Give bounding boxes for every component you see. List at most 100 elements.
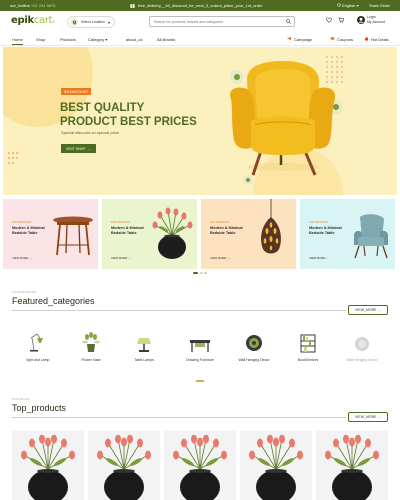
promo-card-title: Modern & Minimal Bedside Table <box>111 226 144 235</box>
nav-item-brands[interactable]: All Brands <box>157 37 175 42</box>
nav-item-category[interactable]: Category ▾ <box>88 37 107 42</box>
category-label: Flower Vase <box>81 358 101 362</box>
language-label: English <box>342 3 356 8</box>
cart-icon[interactable] <box>338 17 344 25</box>
promo-card[interactable]: 15% DISCOUNT Modern & Minimal Bedside Ta… <box>3 199 98 269</box>
logo-main: epik <box>11 15 34 26</box>
view-more-button[interactable]: VIEW_MORE → <box>348 305 388 315</box>
product-card[interactable] <box>12 431 84 500</box>
view-more-label: VIEW MORE <box>210 256 227 260</box>
product-card[interactable] <box>316 431 388 500</box>
category-scroll-indicator <box>196 380 204 382</box>
promo-card[interactable]: 15% DISCOUNT Modern & Minimal Bedside Ta… <box>300 199 395 269</box>
category-item[interactable]: Wall Hanging Decor <box>226 330 282 362</box>
hero-discount-tag: 5% DISCOUNT <box>61 88 92 95</box>
main-nav: Home Shop Products Category ▾ about_us A… <box>0 34 400 46</box>
category-label: Wall Hanging Decor <box>346 358 378 362</box>
promo-banner: free_delivery__40_discount_for_next_3_or… <box>130 3 263 9</box>
promo-card-tag: 15% DISCOUNT <box>12 221 32 224</box>
hotline-number[interactable]: +01 234 5678 <box>31 3 56 8</box>
wall-decor-icon <box>334 330 390 354</box>
category-item[interactable]: BookShelves <box>280 330 336 362</box>
top-bar: our_hotline +01 234 5678 free_delivery__… <box>0 0 400 11</box>
search-icon[interactable] <box>286 19 291 25</box>
promo-card[interactable]: 15% DISCOUNT Modern & Minimal Bedside Ta… <box>102 199 197 269</box>
hero-heading: BEST QUALITY PRODUCT BEST PRICES <box>60 101 197 129</box>
product-card[interactable] <box>88 431 160 500</box>
promo-card-title: Modern & Minimal Bedside Table <box>210 226 243 235</box>
fire-icon <box>364 36 369 42</box>
heart-icon[interactable] <box>326 17 332 25</box>
arrow-right-icon: → <box>377 415 381 419</box>
chevron-down-icon: ▾ <box>356 3 359 8</box>
search-input[interactable]: Search for products, brands and categori… <box>149 16 295 27</box>
hotline: our_hotline +01 234 5678 <box>10 3 56 8</box>
coupons-label: Coupons <box>337 36 354 42</box>
category-item[interactable]: Table Lamps <box>116 330 172 362</box>
section-title: Featured_categories <box>12 296 95 306</box>
side-table-image <box>53 216 93 256</box>
promo-card-view-more[interactable]: VIEW MORE → <box>210 256 230 260</box>
hot-deals-label: Hot Deals <box>371 36 389 42</box>
nav-item-category-label: Category <box>88 37 105 42</box>
promo-card-title: Modern & Minimal Bedside Table <box>12 226 45 235</box>
view-more-button[interactable]: VIEW_MORE → <box>348 412 388 422</box>
arrow-right-icon: → <box>326 256 329 260</box>
carousel-dot[interactable] <box>204 272 207 274</box>
hot-deals-link[interactable]: Hot Deals <box>364 36 389 42</box>
nav-item-about[interactable]: about_us <box>126 37 142 42</box>
arrow-right-icon: → <box>87 146 92 151</box>
view-more-label: VIEW MORE <box>111 256 128 260</box>
promo-card-view-more[interactable]: VIEW MORE → <box>111 256 131 260</box>
logo-accent: cart <box>33 15 53 26</box>
chevron-down-icon: ▾ <box>105 37 108 42</box>
language-select[interactable]: English ▾ <box>336 3 359 8</box>
hero-heading-line1: BEST QUALITY <box>60 102 145 114</box>
megaphone-icon <box>287 36 292 42</box>
lounge-chair-image <box>354 214 388 259</box>
promo-card-view-more[interactable]: VIEW MORE → <box>309 256 329 260</box>
carousel-dot[interactable] <box>199 272 203 274</box>
location-label: Select Location <box>81 20 105 24</box>
dot-grid-decoration <box>8 152 18 164</box>
promo-card[interactable]: 15% DISCOUNT Modern & Minimal Bedside Ta… <box>201 199 296 269</box>
category-label: Wall Hanging Decor <box>238 358 270 362</box>
wall-decor-icon <box>226 330 282 354</box>
nav-item-shop[interactable]: Shop <box>36 37 45 42</box>
location-selector[interactable]: Select Location ▾ <box>67 16 115 28</box>
category-label: Table Lamps <box>134 358 154 362</box>
section-eyebrow: POPULAR <box>12 397 30 401</box>
section-divider <box>12 310 346 311</box>
product-card[interactable] <box>164 431 236 500</box>
coupon-icon <box>330 36 335 42</box>
track-order-link[interactable]: Track Order <box>369 3 390 8</box>
section-title: Top_products <box>12 403 67 413</box>
logo[interactable]: epikcart› <box>11 15 55 26</box>
category-item[interactable]: Flower Vase <box>63 330 119 362</box>
nav-item-home[interactable]: Home <box>12 37 23 45</box>
category-label: BookShelves <box>297 358 319 362</box>
hotline-label: our_hotline <box>10 3 30 8</box>
armchair-image <box>230 61 335 176</box>
visit-shop-button[interactable]: VISIT SHOP → <box>61 144 97 153</box>
category-item[interactable]: Drawing Furniture <box>172 330 228 362</box>
campaign-label: Campaign <box>294 36 313 42</box>
promo-card-view-more[interactable]: VIEW MORE → <box>12 256 32 260</box>
campaign-link[interactable]: Campaign <box>287 36 312 42</box>
promo-card-tag: 15% DISCOUNT <box>210 221 230 224</box>
section-eyebrow: CATEGORIES <box>12 290 37 294</box>
section-divider <box>12 417 346 418</box>
product-card[interactable] <box>240 431 312 500</box>
nav-item-products[interactable]: Products <box>60 37 76 42</box>
carousel-dot[interactable] <box>193 272 198 274</box>
account-menu[interactable]: Login My Account <box>357 15 385 24</box>
chevron-down-icon: ▾ <box>107 19 110 25</box>
hero-subtitle: Special discount on special price <box>61 130 120 135</box>
pendant-lamp-image <box>261 199 281 254</box>
user-icon <box>357 15 365 24</box>
category-item[interactable]: Wall Hanging Decor <box>334 330 390 362</box>
coupons-link[interactable]: Coupons <box>330 36 353 42</box>
category-item[interactable]: light and Lamp <box>10 330 66 362</box>
arrow-right-icon: → <box>377 308 381 312</box>
promo-card-tag: 15% DISCOUNT <box>111 221 131 224</box>
